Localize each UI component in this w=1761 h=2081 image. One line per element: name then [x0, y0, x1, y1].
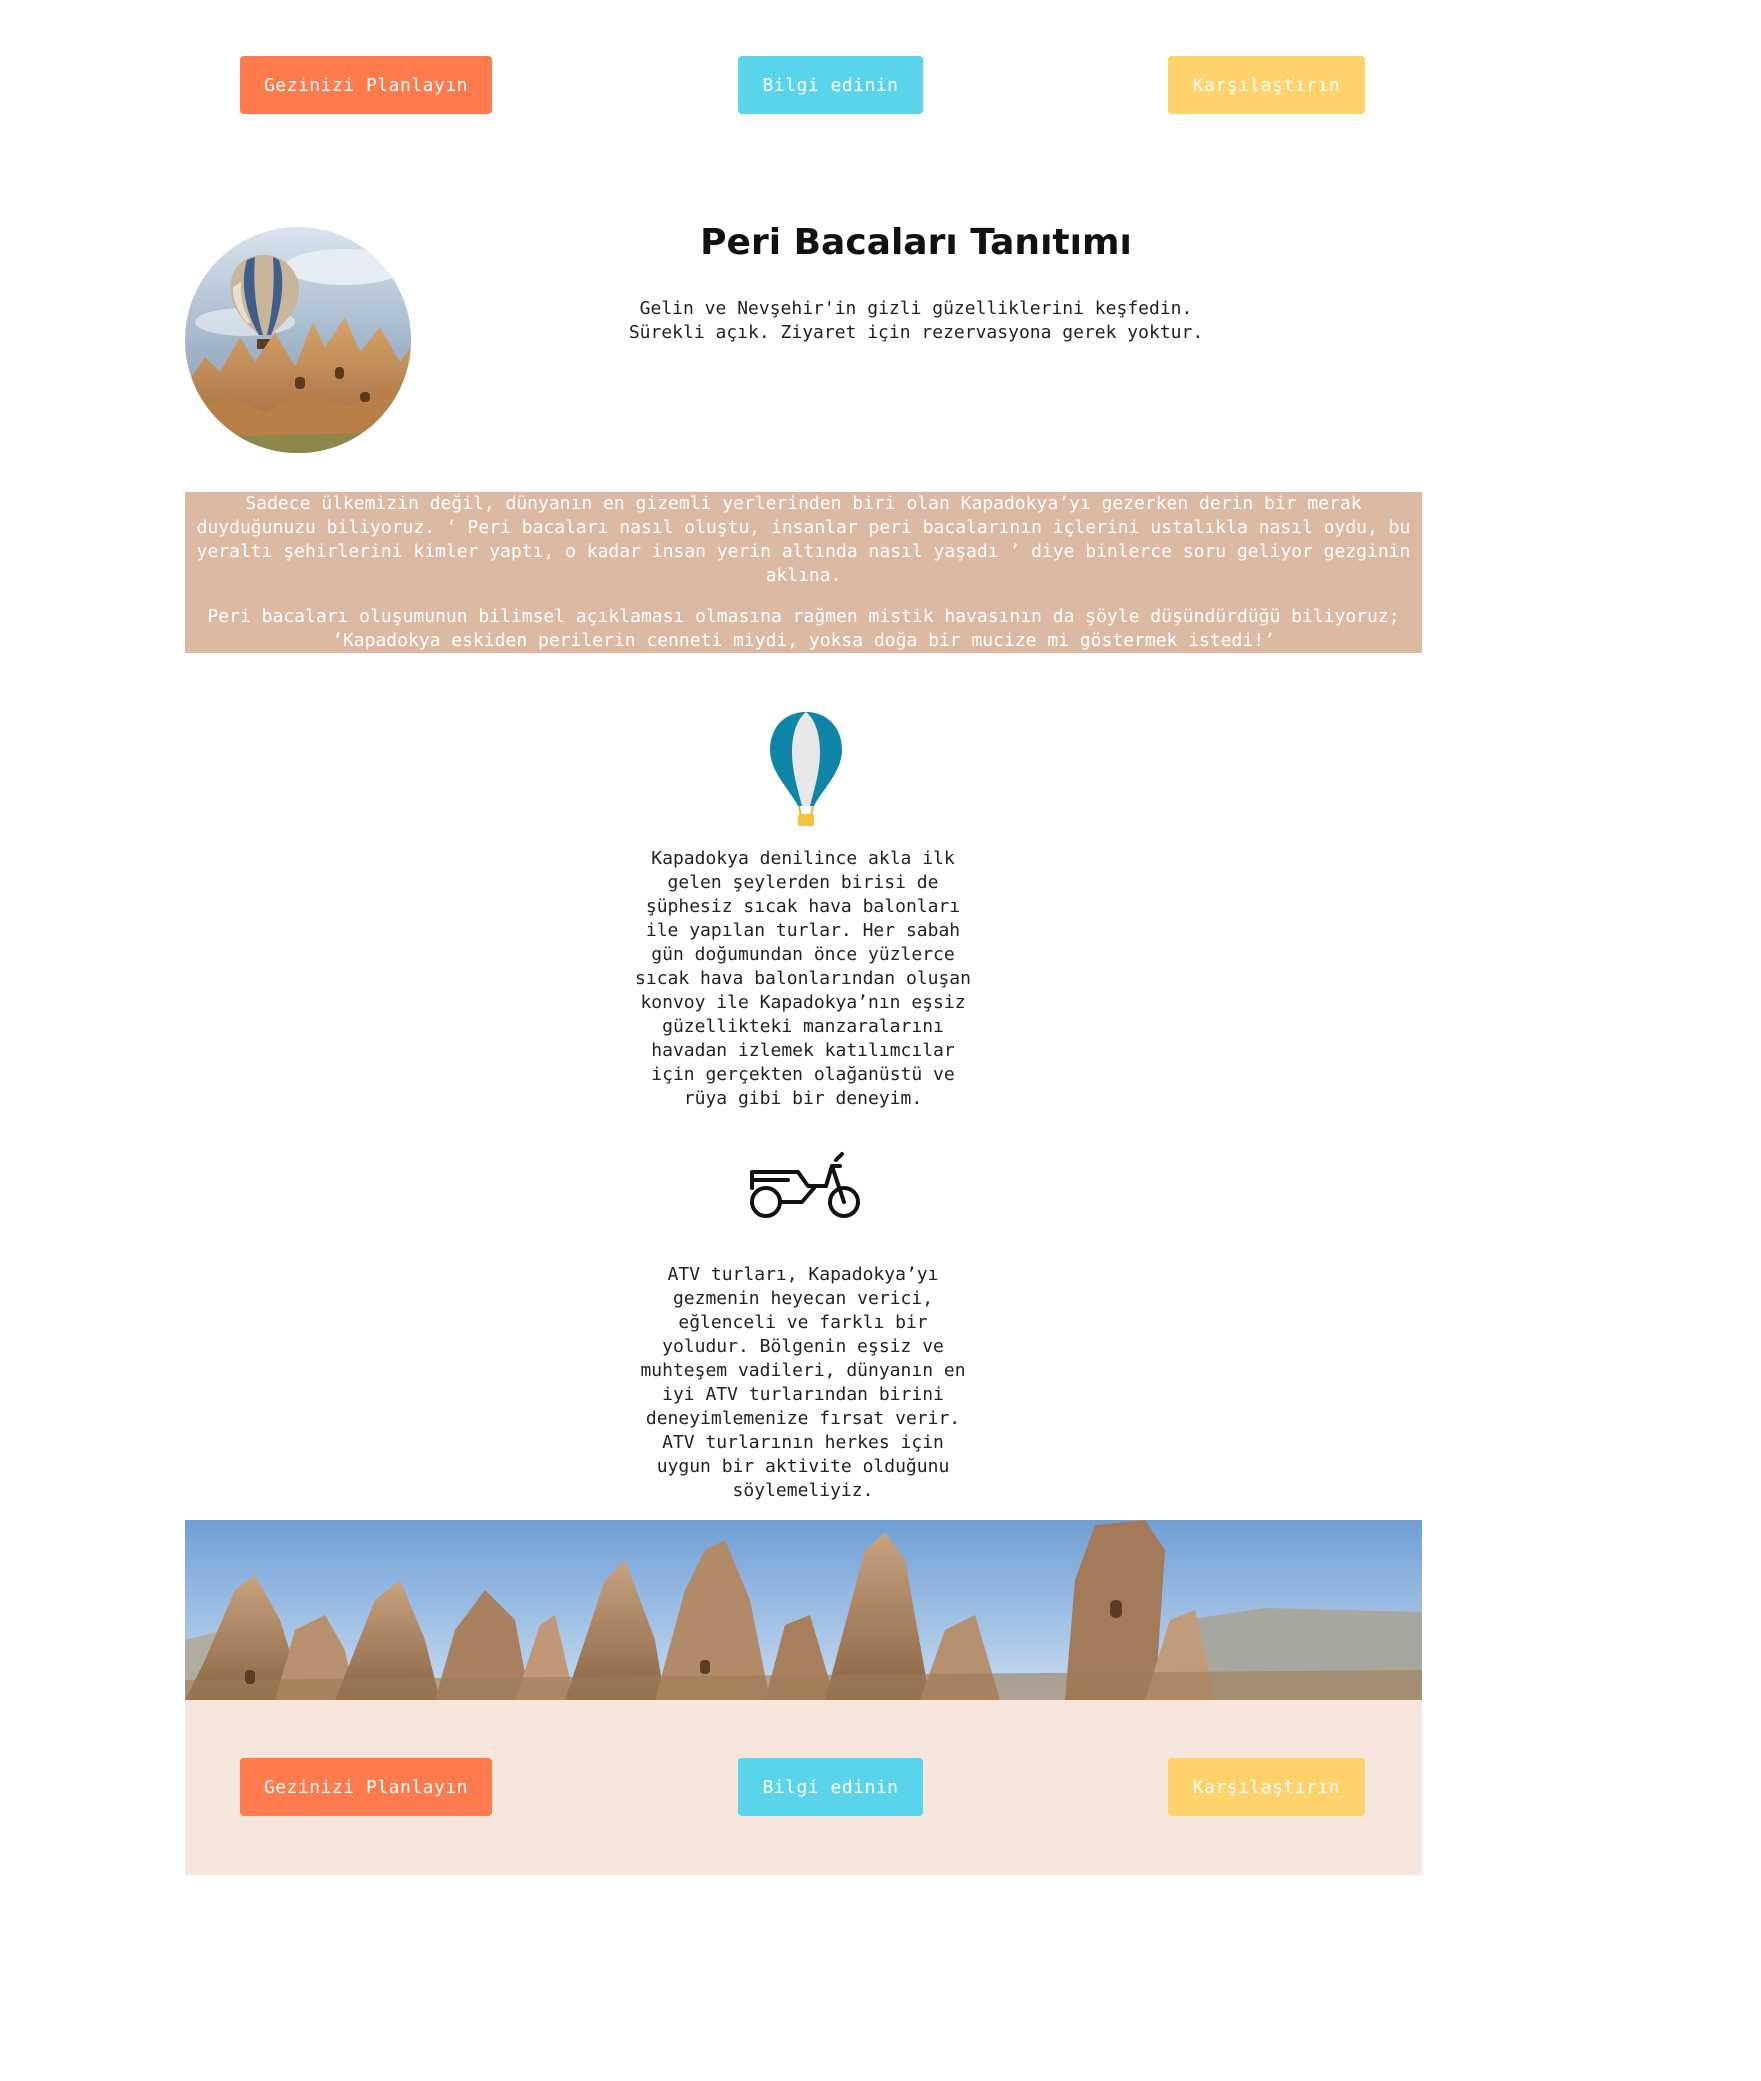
- compare-button[interactable]: Karşılaştırın: [1168, 56, 1365, 114]
- hero-balloon-image: [185, 227, 411, 453]
- intro-section: Sadece ülkemizin değil, dünyanın en gize…: [185, 492, 1422, 653]
- fairy-chimneys-banner: [185, 1520, 1422, 1700]
- plan-trip-button[interactable]: Gezinizi Planlayın: [240, 56, 492, 114]
- hero-subtitle-line-1: Gelin ve Nevşehir'in gizli güzelliklerin…: [639, 298, 1193, 319]
- footer-plan-trip-button[interactable]: Gezinizi Planlayın: [240, 1758, 492, 1816]
- balloon-tour-description: Kapadokya denilince akla ilk gelen şeyle…: [635, 848, 971, 1109]
- page-title: Peri Bacaları Tanıtımı: [700, 222, 1132, 263]
- footer-compare-button[interactable]: Karşılaştırın: [1168, 1758, 1365, 1816]
- get-info-button[interactable]: Bilgi edinin: [738, 56, 923, 114]
- atv-tour-description: ATV turları, Kapadokya’yı gezmenin heyec…: [640, 1264, 966, 1501]
- balloon-over-chimneys-photo: [185, 227, 411, 453]
- intro-paragraph-2: Peri bacaları oluşumunun bilimsel açıkla…: [207, 606, 1400, 651]
- hot-air-balloon-icon: [768, 710, 844, 828]
- atv-icon: [748, 1150, 862, 1220]
- footer-get-info-button[interactable]: Bilgi edinin: [738, 1758, 923, 1816]
- intro-paragraph-1: Sadece ülkemizin değil, dünyanın en gize…: [196, 493, 1411, 586]
- hero-subtitle-line-2: Sürekli açık. Ziyaret için rezervasyona …: [628, 322, 1204, 343]
